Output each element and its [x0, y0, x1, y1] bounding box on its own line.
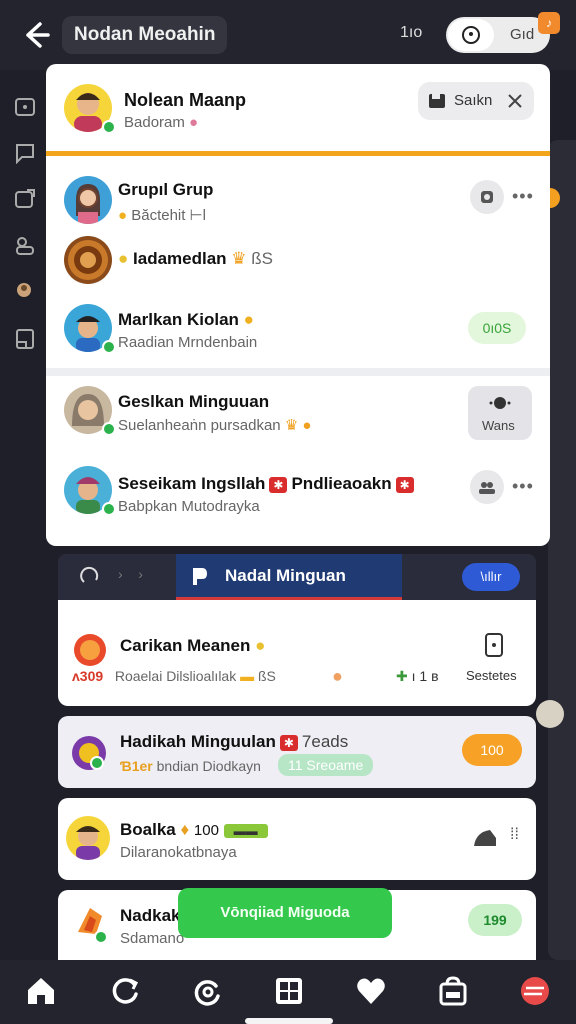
record-icon: [489, 397, 511, 409]
settings-label[interactable]: Sestetes: [466, 668, 517, 683]
avatar[interactable]: [64, 236, 112, 284]
home-indicator: [245, 1018, 333, 1024]
list-item[interactable]: Hadikah Minguulan ✱ 7eads Ɓ1er bndian Diod…: [58, 716, 536, 788]
item-name: Hadikah Minguulan ✱ 7eads: [120, 732, 349, 751]
top-bar: Nodan Meoahin 1ıo Gıd ♪: [0, 0, 576, 70]
contact-name: Grupıl Grup: [118, 180, 214, 199]
item-name: Carikan Meanen ●: [120, 636, 266, 655]
refresh-nav-icon[interactable]: [108, 974, 142, 1008]
online-indicator: [102, 120, 116, 134]
record-label: Wans: [482, 418, 515, 433]
profile-icon[interactable]: [518, 974, 552, 1008]
action-button[interactable]: [470, 470, 504, 504]
action-button[interactable]: [470, 180, 504, 214]
save-label: Saıkn: [454, 92, 493, 109]
online-indicator: [90, 756, 104, 770]
camera-icon: [481, 191, 493, 203]
lock-icon[interactable]: [484, 632, 504, 658]
notification-badge: ♪: [538, 12, 560, 34]
record-button[interactable]: Wans: [468, 386, 532, 440]
count-pill[interactable]: 199: [468, 904, 522, 936]
chat-icon[interactable]: [14, 142, 36, 164]
online-indicator: [102, 502, 116, 516]
status-chip: 11 Sreoame: [278, 754, 374, 776]
group-icon[interactable]: [14, 234, 36, 256]
back-arrow-icon[interactable]: [18, 18, 52, 52]
item-name: Boalka ♦ 100 ▬▬: [120, 820, 268, 840]
emoji-icon: ●: [332, 666, 343, 686]
people-icon: [479, 482, 495, 494]
status-pill[interactable]: 0ı0S: [468, 312, 526, 344]
more-icon[interactable]: •••: [512, 476, 534, 497]
card-header: Nolean Maanp Badoram ● Saıkn: [46, 64, 550, 156]
list-item[interactable]: Carikan Meanen ● ʌ309 Roaelai Dilslioalı…: [58, 600, 536, 706]
contacts-card: Nolean Maanp Badoram ● Saıkn Grupıl Grup…: [46, 64, 550, 546]
home-icon[interactable]: [24, 974, 58, 1008]
breadcrumb-chevrons: › ›: [118, 566, 143, 582]
contact-name: Marlkan Kiolan ●: [118, 310, 254, 329]
online-indicator: [102, 422, 116, 436]
bottom-nav: [0, 960, 576, 1024]
item-details: Dilaranokatbnaya: [120, 844, 237, 861]
toggle-knob[interactable]: [448, 19, 494, 51]
item-details: Sdamano: [120, 930, 185, 947]
section-divider: [46, 368, 550, 376]
user-search-icon[interactable]: [14, 280, 36, 302]
contact-name: Seseikam Ingsllah ✱ Pndlieaoakn ✱: [118, 474, 418, 494]
heart-icon[interactable]: [354, 974, 388, 1008]
brand-icon: [193, 568, 207, 585]
item-name: Nadkak: [120, 906, 181, 925]
contact-status: Suelanheaṅn pursadkan ♛ ●: [118, 417, 312, 434]
item-details: ʌ309 Roaelai Dilslioalılak ▬ ßS: [72, 668, 276, 684]
count-pill[interactable]: 100: [462, 734, 522, 766]
grid-icon[interactable]: [272, 974, 306, 1008]
list-item[interactable]: Boalka ♦ 100 ▬▬ Dilaranokatbnaya ⁞⁞: [58, 798, 536, 880]
contact-name: ● Iadamedlan ♛ ßS: [118, 249, 274, 268]
bag-icon[interactable]: [436, 974, 470, 1008]
record-icon: [462, 26, 480, 44]
toast-notification[interactable]: Vōnqiiad Miguoda: [178, 888, 392, 938]
avatar[interactable]: [64, 176, 112, 224]
item-meta: ✚ ı 1 ʙ: [396, 668, 439, 684]
avatar[interactable]: [66, 816, 110, 860]
panel-title: Nadal Minguan: [225, 566, 346, 585]
page-title: Nodan Meoahin: [62, 16, 228, 54]
close-icon[interactable]: [508, 94, 522, 108]
left-rail: [0, 70, 46, 960]
background-panel: [548, 140, 576, 960]
refresh-icon[interactable]: [80, 566, 100, 586]
save-button[interactable]: Saıkn: [418, 82, 534, 120]
share-icon[interactable]: [14, 188, 36, 210]
save-icon: [429, 94, 445, 108]
top-count: 1ıo: [400, 24, 423, 41]
panel-action-button[interactable]: \ıllır: [462, 563, 520, 591]
home-outline-icon[interactable]: [14, 96, 36, 118]
cart-icon[interactable]: [470, 826, 502, 850]
mode-toggle[interactable]: Gıd: [446, 17, 550, 53]
more-icon[interactable]: ⁞⁞: [510, 826, 519, 844]
contact-status: Badoram ●: [124, 114, 199, 131]
toggle-label: Gıd: [510, 26, 535, 43]
contact-status: Raadian Mrndenbain: [118, 334, 258, 351]
sync-icon[interactable]: [190, 974, 224, 1008]
document-icon[interactable]: [14, 328, 36, 350]
online-indicator: [102, 340, 116, 354]
badge-icon: [74, 634, 106, 666]
scroll-handle[interactable]: [536, 700, 564, 728]
more-icon[interactable]: •••: [512, 186, 534, 207]
item-details: Ɓ1er bndian Diodkayn: [120, 758, 261, 774]
contact-status: ● Băctehit ⊢l: [118, 207, 206, 224]
online-indicator: [94, 930, 108, 944]
contact-status: Babpkan Mutodrayka: [118, 498, 260, 515]
contact-name: Nolean Maanp: [124, 90, 247, 110]
contact-name: Geslkan Minguuan: [118, 392, 270, 411]
